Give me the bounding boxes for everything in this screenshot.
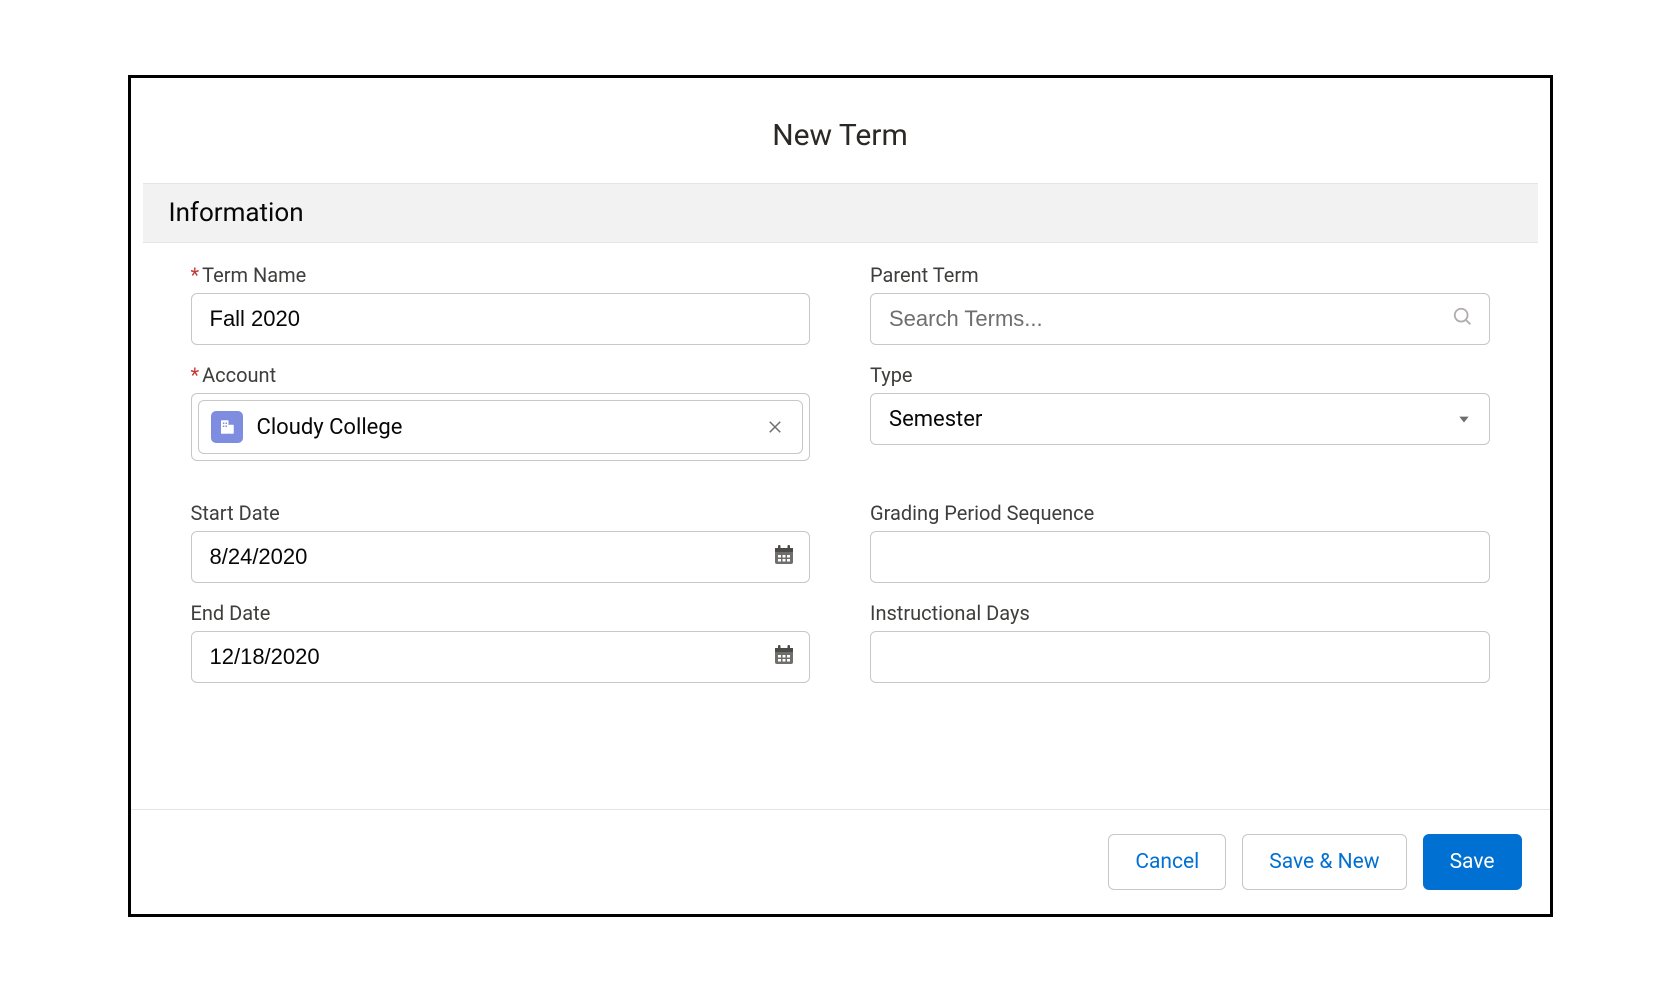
- label-grading-period-sequence: Grading Period Sequence: [870, 501, 1490, 525]
- field-type: Type Semester: [870, 363, 1490, 461]
- type-select[interactable]: Semester: [870, 393, 1490, 445]
- section-header-information: Information: [143, 183, 1538, 243]
- end-date-input[interactable]: [191, 631, 811, 683]
- label-start-date: Start Date: [191, 501, 811, 525]
- account-remove-button[interactable]: [760, 412, 790, 442]
- type-selected-value: Semester: [889, 407, 982, 432]
- chevron-down-icon: [1457, 407, 1471, 432]
- account-pill-label: Cloudy College: [257, 415, 747, 440]
- field-end-date: End Date: [191, 601, 811, 683]
- save-and-new-button[interactable]: Save & New: [1242, 834, 1406, 890]
- label-type: Type: [870, 363, 1490, 387]
- cancel-button[interactable]: Cancel: [1108, 834, 1226, 890]
- start-date-input[interactable]: [191, 531, 811, 583]
- field-grading-period-sequence: Grading Period Sequence: [870, 501, 1490, 583]
- required-star-icon: *: [191, 263, 200, 287]
- field-parent-term: Parent Term: [870, 263, 1490, 345]
- field-term-name: *Term Name: [191, 263, 811, 345]
- instructional-days-input[interactable]: [870, 631, 1490, 683]
- term-name-input[interactable]: [191, 293, 811, 345]
- field-instructional-days: Instructional Days: [870, 601, 1490, 683]
- field-account: *Account Cloudy College: [191, 363, 811, 461]
- save-button[interactable]: Save: [1423, 834, 1522, 890]
- label-account: *Account: [191, 363, 811, 387]
- label-end-date: End Date: [191, 601, 811, 625]
- required-star-icon: *: [191, 363, 200, 387]
- account-icon: [211, 411, 243, 443]
- modal-footer: Cancel Save & New Save: [131, 809, 1550, 914]
- account-lookup[interactable]: Cloudy College: [191, 393, 811, 461]
- field-start-date: Start Date: [191, 501, 811, 583]
- form-area: *Term Name Parent Term *Account: [131, 243, 1550, 809]
- grading-period-sequence-input[interactable]: [870, 531, 1490, 583]
- label-term-name: *Term Name: [191, 263, 811, 287]
- account-pill: Cloudy College: [198, 400, 804, 454]
- parent-term-search-input[interactable]: [870, 293, 1490, 345]
- label-parent-term: Parent Term: [870, 263, 1490, 287]
- label-instructional-days: Instructional Days: [870, 601, 1490, 625]
- search-icon: [1452, 306, 1474, 332]
- modal-title: New Term: [131, 78, 1550, 183]
- new-term-modal: New Term Information *Term Name Parent T…: [128, 75, 1553, 917]
